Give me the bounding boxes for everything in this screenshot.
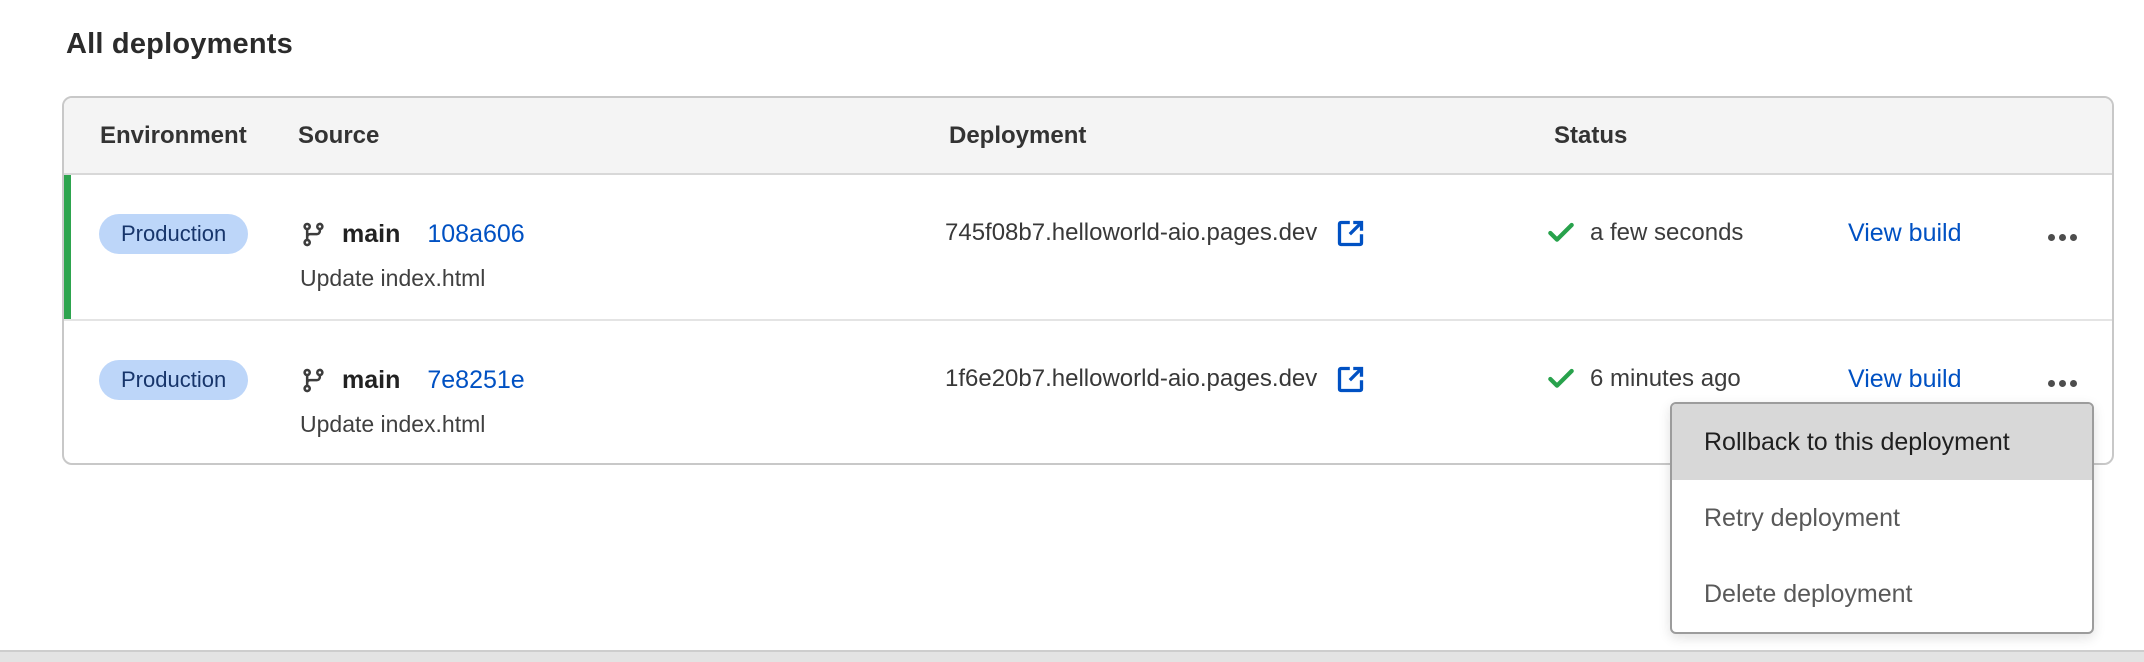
column-header-source: Source xyxy=(298,122,379,150)
deployment-url: 745f08b7.helloworld-aio.pages.dev xyxy=(945,219,1317,247)
commit-link[interactable]: 7e8251e xyxy=(427,366,524,395)
commit-message: Update index.html xyxy=(300,411,485,438)
column-header-deployment: Deployment xyxy=(949,122,1086,150)
check-icon xyxy=(1545,217,1577,249)
status-time: 6 minutes ago xyxy=(1590,365,1741,393)
git-branch-icon xyxy=(300,367,327,394)
commit-link[interactable]: 108a606 xyxy=(427,220,524,249)
ellipsis-icon xyxy=(2048,234,2055,241)
external-link-icon[interactable] xyxy=(1334,363,1367,396)
source-cell: main 108a606 xyxy=(300,215,525,253)
deployment-cell: 745f08b7.helloworld-aio.pages.dev xyxy=(945,213,1367,253)
menu-item-retry[interactable]: Retry deployment xyxy=(1672,480,2092,556)
deployment-cell: 1f6e20b7.helloworld-aio.pages.dev xyxy=(945,359,1367,399)
view-build-link[interactable]: View build xyxy=(1848,365,1962,394)
status-cell: a few seconds xyxy=(1545,213,1743,253)
status-time: a few seconds xyxy=(1590,219,1743,247)
section-divider-fill xyxy=(0,652,2144,662)
commit-message: Update index.html xyxy=(300,265,485,292)
table-row: Production main 108a606 Update index.htm… xyxy=(64,175,2112,319)
page-title: All deployments xyxy=(66,28,293,61)
environment-badge: Production xyxy=(99,360,248,400)
status-cell: 6 minutes ago xyxy=(1545,359,1741,399)
deployments-page: All deployments Environment Source Deplo… xyxy=(0,0,2144,662)
external-link-icon[interactable] xyxy=(1334,217,1367,250)
more-actions-button[interactable] xyxy=(2042,225,2082,249)
check-icon xyxy=(1545,363,1577,395)
environment-badge: Production xyxy=(99,214,248,254)
table-header-row: Environment Source Deployment Status xyxy=(64,98,2112,175)
more-actions-button[interactable] xyxy=(2042,371,2082,395)
current-deployment-indicator xyxy=(64,175,71,319)
menu-item-delete[interactable]: Delete deployment xyxy=(1672,556,2092,632)
menu-item-rollback[interactable]: Rollback to this deployment xyxy=(1672,404,2092,480)
source-cell: main 7e8251e xyxy=(300,361,525,399)
branch-name: main xyxy=(342,366,400,395)
deployment-url: 1f6e20b7.helloworld-aio.pages.dev xyxy=(945,365,1317,393)
branch-name: main xyxy=(342,220,400,249)
ellipsis-icon xyxy=(2048,380,2055,387)
git-branch-icon xyxy=(300,221,327,248)
deployment-actions-menu: Rollback to this deployment Retry deploy… xyxy=(1670,402,2094,634)
view-build-link[interactable]: View build xyxy=(1848,219,1962,248)
column-header-environment: Environment xyxy=(100,122,247,150)
column-header-status: Status xyxy=(1554,122,1627,150)
